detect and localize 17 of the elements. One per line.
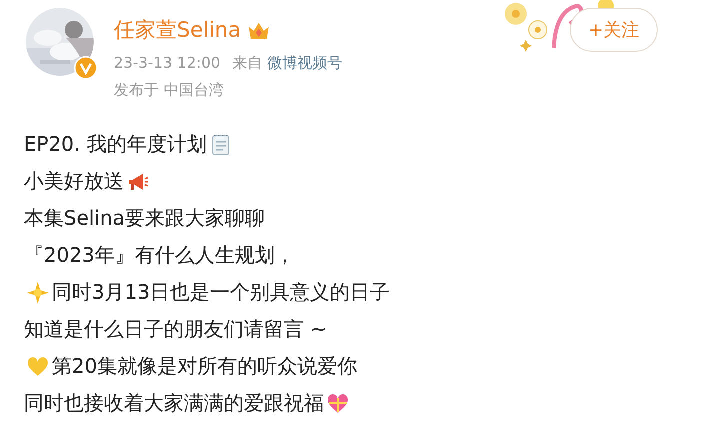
heart-icon [26,354,50,378]
source-prefix: 来自 [232,54,263,72]
source-link[interactable]: 微博视频号 [267,54,342,72]
sparkle-star-icon [26,280,50,304]
post-location: 发布于 中国台湾 [114,81,225,100]
post-text-line: 第20集就像是对所有的听众说爱你 [52,353,358,380]
post-text-line: 小美好放送 [24,168,124,195]
post-text-line: 本集Selina要来跟大家聊聊 [24,205,266,232]
author-name[interactable]: 任家萱Selina [114,16,242,44]
post-text-line: 同时也接收着大家满满的爱跟祝福 [24,390,324,417]
heart-ribbon-icon [326,392,350,416]
post-text-line: 『2023年』有什么人生规划， [24,242,295,269]
post-time: 23-3-13 12:00 [114,54,221,73]
post-text-line: 知道是什么日子的朋友们请留言 ~ [24,316,328,343]
post-text-line: 同时3月13日也是一个别具意义的日子 [52,279,390,306]
post-text-line: EP20. 我的年度计划 [24,131,207,158]
follow-button[interactable]: +关注 [570,8,658,52]
